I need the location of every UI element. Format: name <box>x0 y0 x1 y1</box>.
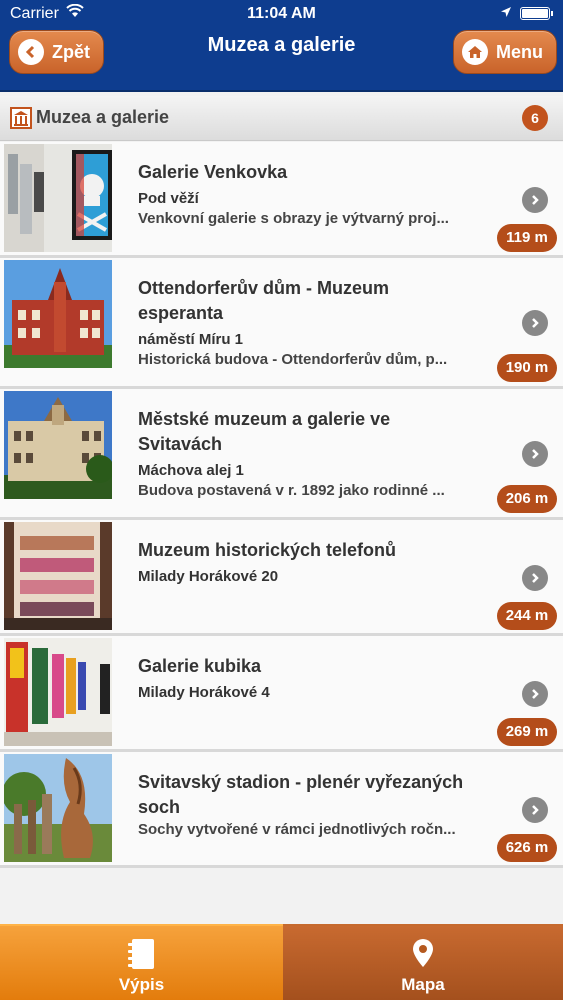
item-title: Městské muzeum a galerie ve Svitavách <box>138 409 391 454</box>
distance-badge: 626 m <box>497 834 557 862</box>
distance-badge: 190 m <box>497 354 557 382</box>
item-title: Muzeum historických telefonů <box>138 540 397 560</box>
item-description: Venkovní galerie s obrazy je výtvarný pr… <box>138 210 449 227</box>
notebook-icon <box>0 938 283 975</box>
item-description: Sochy vytvořené v rámci jednotlivých roč… <box>138 821 456 838</box>
item-title: Galerie kubika <box>138 656 262 676</box>
item-name: Galerie Venkovka Pod věží Venkovní galer… <box>138 160 468 229</box>
item-photo <box>4 522 112 630</box>
status-time: 11:04 AM <box>247 5 316 22</box>
item-photo <box>4 754 112 862</box>
chevron-right-icon[interactable] <box>522 681 548 707</box>
list-item[interactable]: Galerie Venkovka Pod věží Venkovní galer… <box>0 142 563 258</box>
item-name: Svitavský stadion - plenér vyřezaných so… <box>138 770 468 840</box>
menu-button-label: Menu <box>496 41 543 62</box>
item-title: Galerie Venkovka <box>138 162 288 182</box>
item-title: Ottendorferův dům - Muzeum esperanta <box>138 278 389 323</box>
list-item[interactable]: Muzeum historických telefonů Milady Horá… <box>0 520 563 636</box>
location-arrow-icon <box>500 5 512 21</box>
item-address: Milady Horákové 20 <box>138 568 279 585</box>
item-photo <box>4 144 112 252</box>
chevron-right-icon[interactable] <box>522 441 548 467</box>
distance-badge: 206 m <box>497 485 557 513</box>
item-name: Ottendorferův dům - Muzeum esperanta nám… <box>138 276 468 370</box>
tab-list[interactable]: Výpis <box>0 924 283 1000</box>
list-item[interactable]: Městské muzeum a galerie ve Svitavách Má… <box>0 389 563 520</box>
tab-map[interactable]: Mapa <box>283 924 563 1000</box>
home-icon <box>462 39 488 65</box>
chevron-right-icon[interactable] <box>522 565 548 591</box>
list-item[interactable]: Ottendorferův dům - Muzeum esperanta nám… <box>0 258 563 389</box>
item-name: Galerie kubika Milady Horákové 4 <box>138 654 468 703</box>
tab-map-label: Mapa <box>401 975 445 994</box>
item-description: Historická budova - Ottendorferův dům, p… <box>138 351 448 368</box>
item-photo <box>4 391 112 499</box>
menu-button[interactable]: Menu <box>453 30 557 74</box>
tab-list-label: Výpis <box>118 975 165 994</box>
item-title: Svitavský stadion - plenér vyřezaných so… <box>138 772 464 817</box>
item-name: Městské muzeum a galerie ve Svitavách Má… <box>138 407 468 501</box>
list-item[interactable]: Svitavský stadion - plenér vyřezaných so… <box>0 752 563 868</box>
chevron-right-icon[interactable] <box>522 310 548 336</box>
tab-bar: Výpis Mapa <box>0 924 563 1000</box>
item-description: Budova postavená v r. 1892 jako rodinné … <box>138 482 445 499</box>
section-header: Muzea a galerie 6 <box>0 96 563 141</box>
section-title: Muzea a galerie <box>36 107 170 127</box>
item-photo <box>4 260 112 368</box>
museum-icon <box>10 107 32 134</box>
map-pin-icon <box>283 938 563 973</box>
item-address: náměstí Míru 1 <box>138 331 244 348</box>
distance-badge: 269 m <box>497 718 557 746</box>
status-bar: Carrier 11:04 AM <box>0 0 563 28</box>
distance-badge: 244 m <box>497 602 557 630</box>
item-address: Pod věží <box>138 190 199 207</box>
item-photo <box>4 638 112 746</box>
battery-icon <box>520 7 553 20</box>
item-address: Máchova alej 1 <box>138 462 244 479</box>
item-count-badge: 6 <box>522 105 548 131</box>
distance-badge: 119 m <box>497 224 557 252</box>
chevron-right-icon[interactable] <box>522 797 548 823</box>
item-address: Milady Horákové 4 <box>138 684 270 701</box>
chevron-right-icon[interactable] <box>522 187 548 213</box>
item-name: Muzeum historických telefonů Milady Horá… <box>138 538 468 587</box>
list-item[interactable]: Galerie kubika Milady Horákové 4 269 m <box>0 636 563 752</box>
navigation-bar: Zpět Muzea a galerie Menu <box>0 28 563 92</box>
